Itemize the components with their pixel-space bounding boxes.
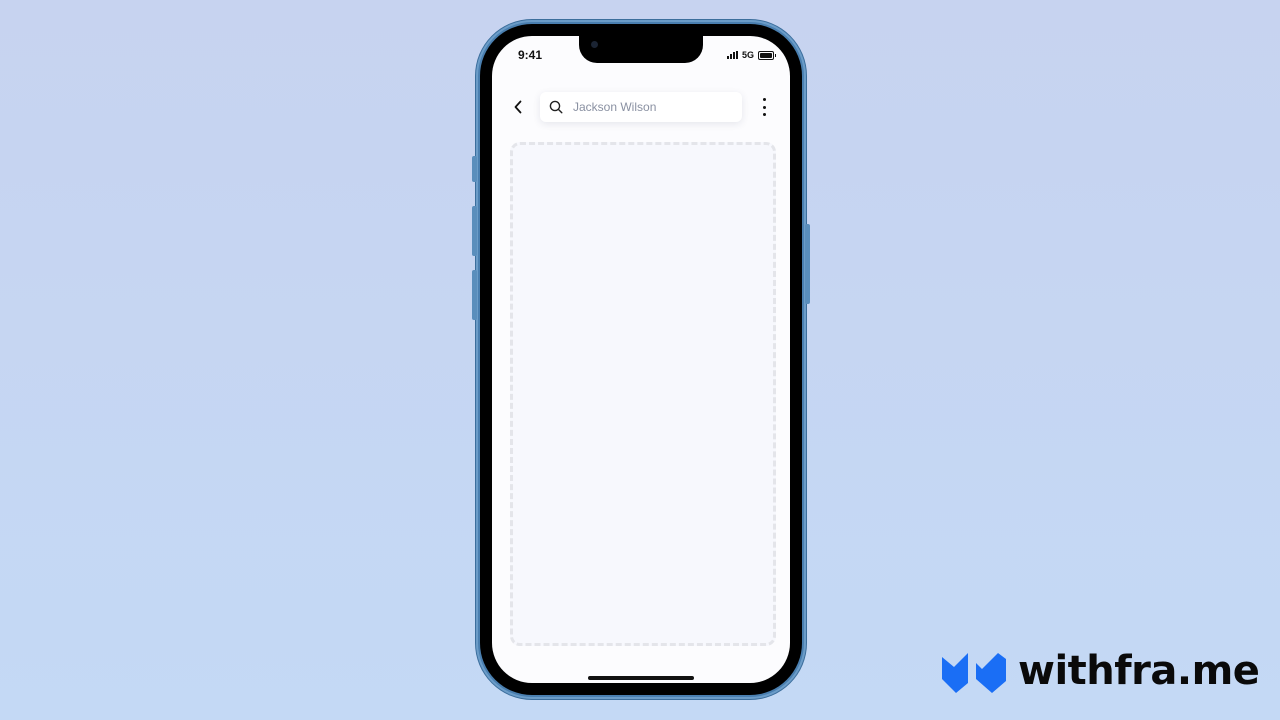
- withframe-logo-icon: [942, 653, 1006, 693]
- status-time: 9:41: [518, 48, 543, 62]
- network-label: 5G: [741, 50, 754, 60]
- signal-icon: [726, 51, 738, 59]
- notch: [579, 36, 703, 63]
- search-icon: [549, 100, 563, 114]
- phone-power-button: [805, 224, 810, 304]
- battery-icon: [758, 50, 776, 60]
- phone-volume-up: [472, 206, 477, 256]
- more-vertical-icon-dot: [762, 113, 766, 116]
- status-icons: 5G: [726, 50, 776, 60]
- home-indicator[interactable]: [588, 676, 694, 680]
- search-box[interactable]: [540, 92, 742, 122]
- more-vertical-icon-dot: [762, 98, 766, 101]
- more-vertical-icon-dot: [762, 105, 766, 109]
- chevron-left-icon: [514, 100, 522, 114]
- more-options-button[interactable]: [756, 98, 772, 116]
- phone-silent-switch: [472, 156, 477, 182]
- camera-icon: [591, 41, 598, 48]
- back-button[interactable]: [510, 96, 526, 118]
- content-placeholder-area: [510, 142, 776, 646]
- top-bar: [492, 92, 790, 122]
- phone-volume-down: [472, 270, 477, 320]
- brand-watermark: withfra.me: [942, 648, 1260, 694]
- phone-screen: 9:41 5G: [492, 36, 790, 683]
- search-input[interactable]: [571, 99, 742, 115]
- brand-name: withfra.me: [1018, 648, 1260, 694]
